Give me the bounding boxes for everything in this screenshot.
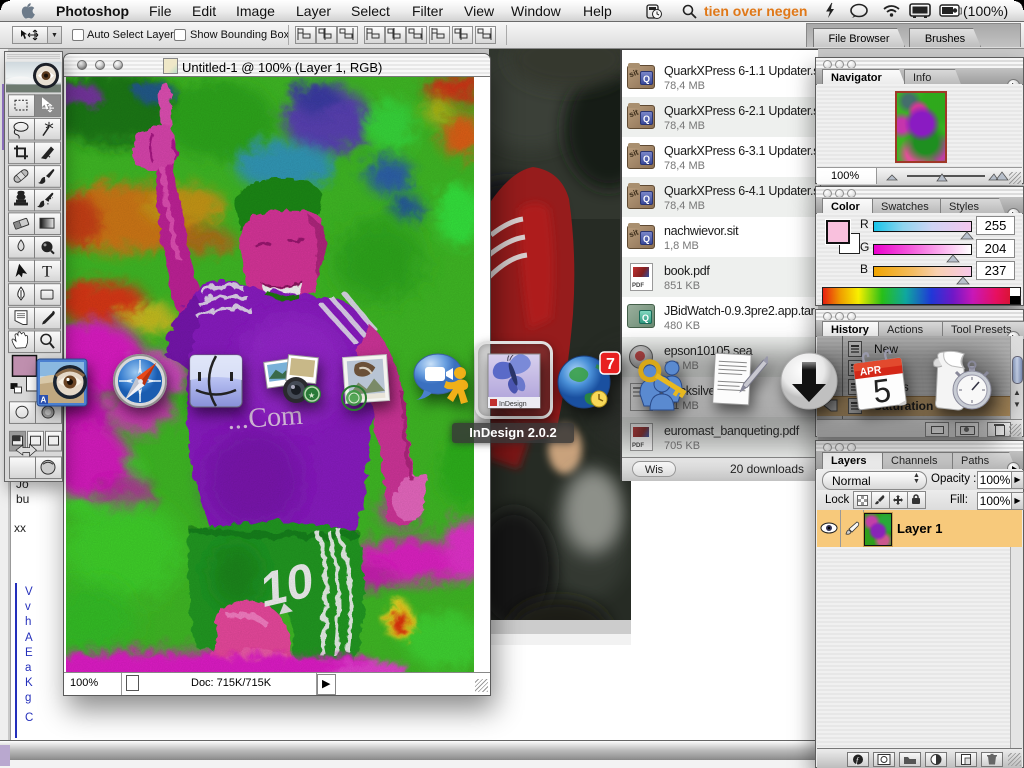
svg-text:T: T [42,263,52,280]
